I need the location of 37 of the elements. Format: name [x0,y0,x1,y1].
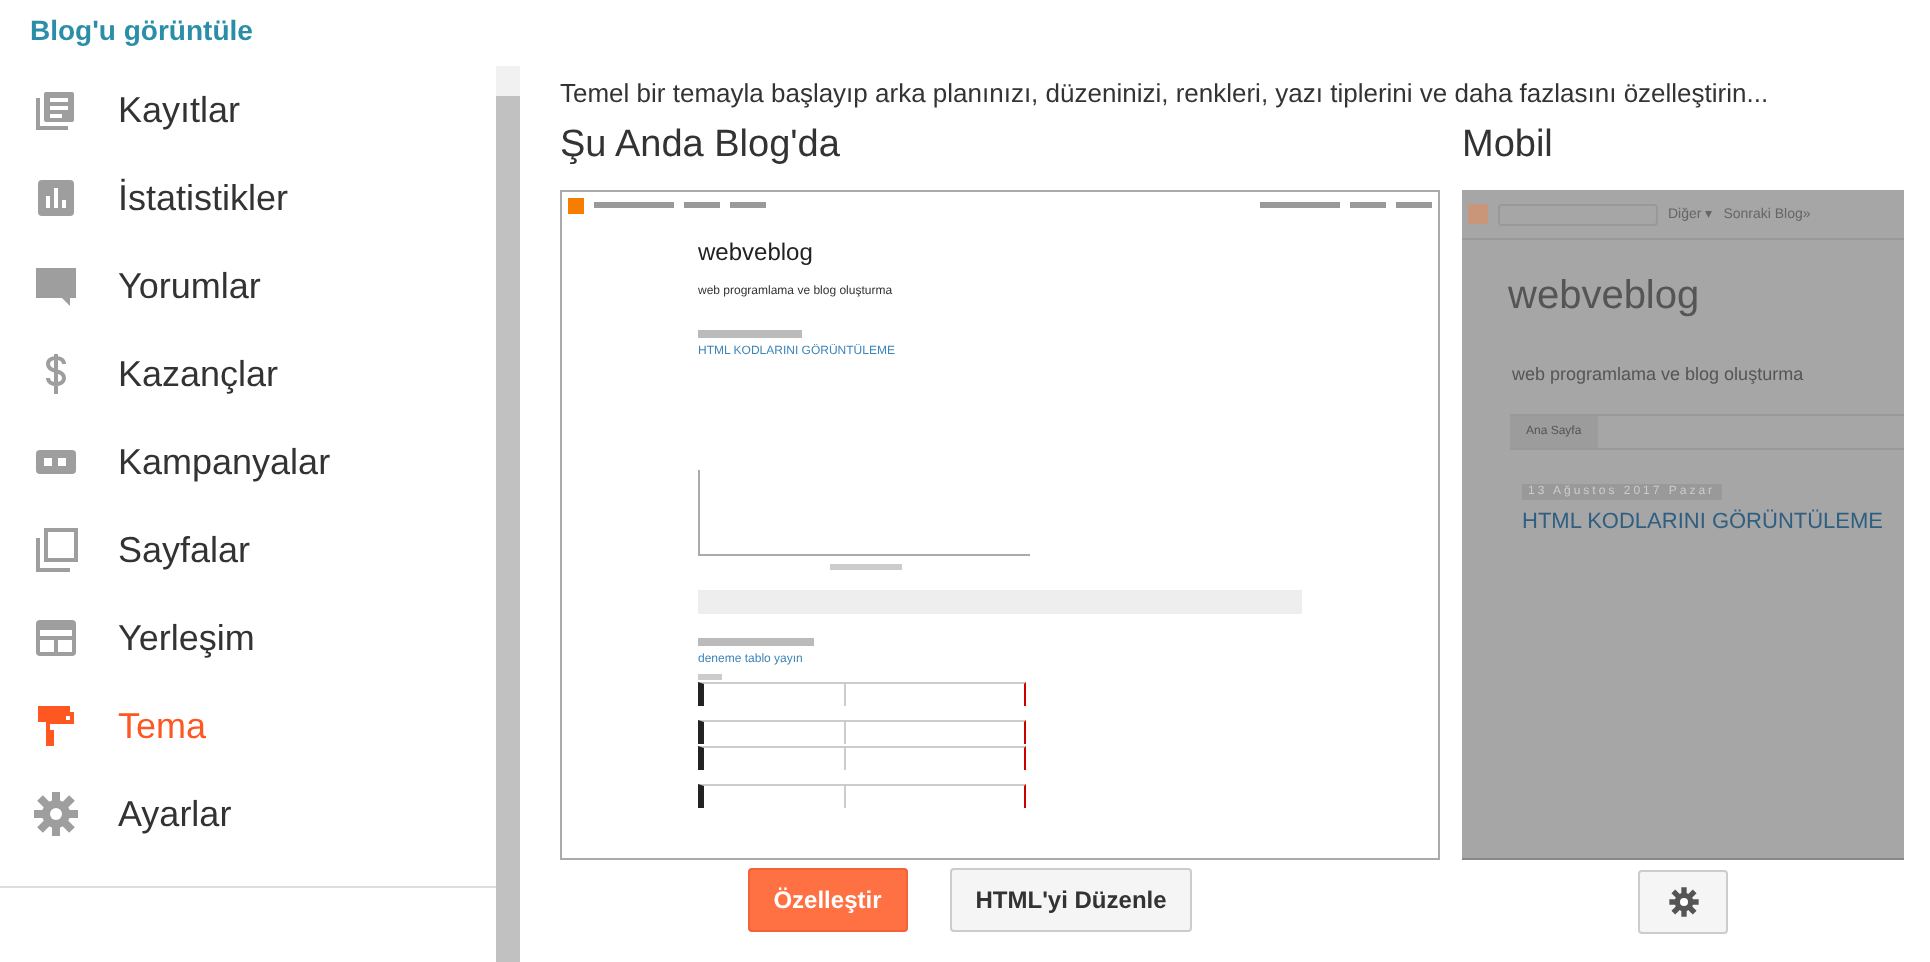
nav-item[interactable]: Kampanyalar [0,418,496,506]
section-title: Mobil [1462,124,1555,170]
layout-icon [32,614,80,662]
nav-item[interactable]: Yerleşim [0,594,496,682]
posts-icon [32,86,80,134]
nav-item[interactable]: Kazançlar [0,330,496,418]
text-line [594,202,674,208]
nav-item[interactable]: Kayıtlar [0,66,496,154]
settings-button[interactable] [1638,870,1728,934]
comment-icon [32,262,80,310]
text-line [730,202,766,208]
blog-title: webveblog [1508,274,1702,320]
settings-icon [32,790,80,838]
text-line [684,202,720,208]
nav-item[interactable]: Ayarlar [0,770,496,858]
blog-tagline: web programlama ve blog oluşturma [1512,364,1806,384]
paint-roller-icon [32,702,80,750]
pages-icon [32,526,80,574]
blog-title: webveblog [698,238,815,266]
scrollbar[interactable] [496,66,520,962]
text-line [1396,202,1432,208]
text-line [1260,202,1340,208]
section-title: Şu Anda Blog'da [560,124,842,170]
blogger-icon [568,197,584,213]
nav-item[interactable]: Sayfalar [0,506,496,594]
nav-item[interactable]: Yorumlar [0,242,496,330]
text-line [1350,202,1386,208]
date-label [698,330,802,338]
date-label [698,638,814,646]
post-title: HTML KODLARINI GÖRÜNTÜLEME [1522,510,1886,534]
nav-item[interactable]: İstatistikler [0,154,496,242]
edit-html-button[interactable]: HTML'yi Düzenle [949,868,1193,932]
view-blog-link[interactable]: Blog'u görüntüle [0,0,253,66]
settings-icon [1667,886,1699,918]
bar-chart-icon [32,174,80,222]
blogger-icon [1468,204,1488,224]
description-text: Temel bir temayla başlayıp arka planınızı, düzeninizi, renkleri, yazı tiplerini ve daha fazlasını özelleştirin... [560,78,1771,108]
